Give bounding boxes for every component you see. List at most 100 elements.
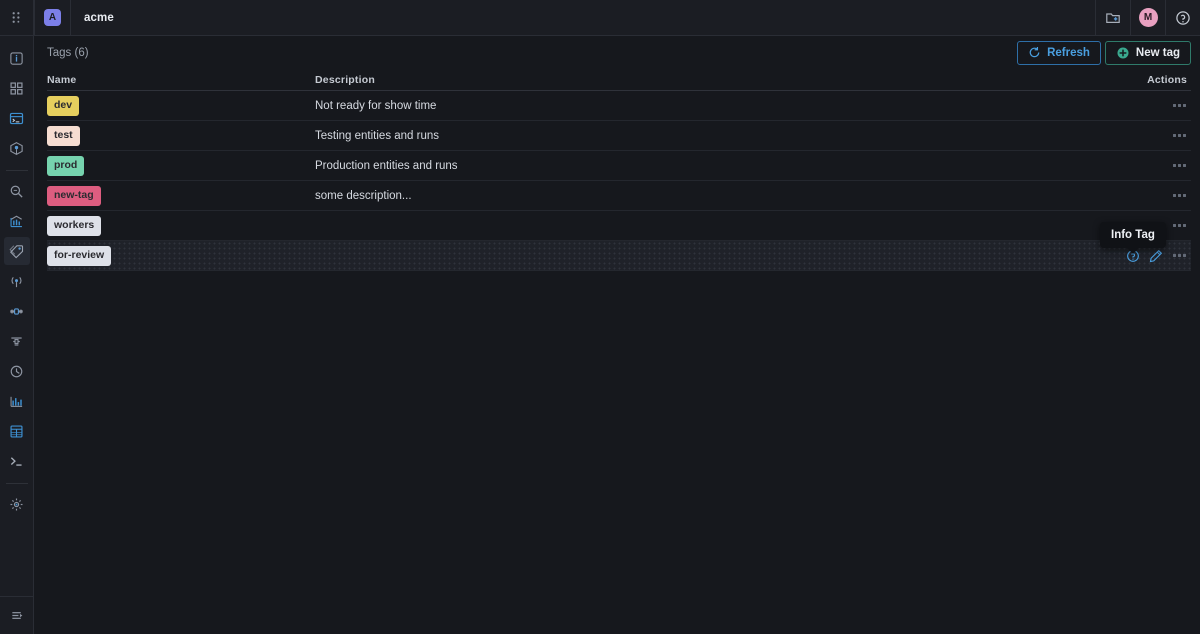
row-description-cell: Not ready for show time [315,99,437,112]
refresh-label: Refresh [1047,46,1090,59]
sidebar-item-pipelines[interactable] [4,297,30,325]
sidebar [0,0,34,634]
terminal-prompt-icon [10,456,22,466]
org-name: acme [84,11,114,24]
tag-pill[interactable]: new-tag [47,186,101,206]
plus-circle-icon [1117,46,1129,59]
sidebar-item-history[interactable] [4,357,30,385]
search-icon [10,185,23,198]
table-row[interactable]: test Testing entities and runs [47,121,1191,151]
column-header-actions: Actions [1147,73,1187,86]
row-actions-cell [1096,191,1191,200]
sidebar-apps-menu[interactable] [0,0,34,36]
more-options-icon[interactable] [1172,101,1187,110]
sidebar-item-overview[interactable] [4,44,30,72]
grid-squares-icon [10,81,23,95]
main-area: A acme M Tags (6) Refresh New tag Name D… [34,0,1200,634]
sidebar-item-settings[interactable] [4,490,30,518]
console-window-icon [9,112,24,124]
row-name-cell: for-review [47,245,315,266]
new-folder-button[interactable] [1095,0,1130,36]
sidebar-item-streaming[interactable] [4,267,30,295]
row-name-cell: new-tag [47,185,315,206]
sidebar-nav [3,36,30,520]
table-row[interactable]: for-review [47,241,1191,271]
tags-table: Name Description Actions dev Not ready fo… [34,69,1200,271]
help-button[interactable] [1165,0,1200,36]
sidebar-divider [5,170,28,171]
sidebar-item-artifacts[interactable] [4,134,30,162]
org-badge: A [44,9,61,26]
avatar: M [1138,8,1158,27]
chart-bank-icon [10,215,22,227]
help-circle-icon [1176,10,1190,25]
sidebar-item-tables[interactable] [4,417,30,445]
tag-pill[interactable]: dev [47,96,80,116]
more-options-icon[interactable] [1172,131,1187,140]
tag-pill[interactable]: prod [47,156,85,176]
top-bar-left: A acme [34,0,127,36]
table-grid-icon [10,424,23,438]
tags-icon [9,244,24,258]
sliders-icon [11,336,22,346]
row-actions-cell [1096,249,1191,263]
pipeline-icon [10,307,23,315]
page-title: Tags (6) [47,46,89,59]
more-options-icon[interactable] [1172,221,1187,230]
row-actions-cell [1096,161,1191,170]
dots-grid-icon [12,12,20,23]
page-header: Tags (6) Refresh New tag [34,36,1200,69]
clock-history-icon [10,365,23,377]
refresh-icon [1029,46,1040,58]
sidebar-divider [5,483,28,484]
sidebar-item-filters[interactable] [4,327,30,355]
org-switcher[interactable]: A [34,0,71,36]
more-options-icon[interactable] [1172,251,1187,260]
table-row[interactable]: new-tag some description... [47,181,1191,211]
tag-pill[interactable]: workers [47,216,102,236]
sidebar-item-analytics[interactable] [4,207,30,235]
table-row[interactable]: dev Not ready for show time [47,91,1191,121]
gear-icon [10,498,23,510]
tag-pill[interactable]: test [47,126,80,146]
row-name-cell: test [47,125,315,146]
sidebar-item-metrics[interactable] [4,387,30,415]
bar-chart-icon [10,396,23,407]
sidebar-item-search[interactable] [4,177,30,205]
table-body: dev Not ready for show time test Testing en… [47,91,1191,271]
new-tag-button[interactable]: New tag [1104,40,1191,65]
sidebar-item-dashboards[interactable] [4,74,30,102]
row-name-cell: workers [47,215,315,236]
table-header: Name Description Actions [47,69,1191,91]
sidebar-item-tags[interactable] [3,237,30,265]
sidebar-item-terminal[interactable] [4,447,30,475]
table-row[interactable]: prod Production entities and runs [47,151,1191,181]
info-square-icon [10,51,23,65]
header-actions: Refresh New tag [1017,40,1191,65]
more-options-icon[interactable] [1172,161,1187,170]
sidebar-collapse-button[interactable] [0,596,34,634]
row-edit-button[interactable] [1149,249,1163,263]
column-header-description: Description [315,73,375,86]
broadcast-icon [11,276,22,287]
top-bar: A acme M [34,0,1200,36]
row-actions-cell [1096,101,1191,110]
app-root: A acme M Tags (6) Refresh New tag Name D… [0,0,1200,634]
row-description-cell: Testing entities and runs [315,129,440,142]
tag-pill[interactable]: for-review [47,246,112,266]
row-name-cell: dev [47,95,315,116]
package-box-icon [10,141,23,155]
table-row[interactable]: workers [47,211,1191,241]
row-description-cell: Production entities and runs [315,159,458,172]
row-name-cell: prod [47,155,315,176]
refresh-button[interactable]: Refresh [1017,40,1101,65]
column-header-name: Name [47,73,77,86]
new-tag-label: New tag [1135,46,1180,59]
sidebar-item-console[interactable] [4,104,30,132]
row-actions-cell [1096,131,1191,140]
row-description-cell: some description... [315,189,412,202]
user-avatar-button[interactable]: M [1130,0,1165,36]
more-options-icon[interactable] [1172,191,1187,200]
tooltip: Info Tag [1100,222,1166,254]
new-folder-icon [1106,12,1120,23]
